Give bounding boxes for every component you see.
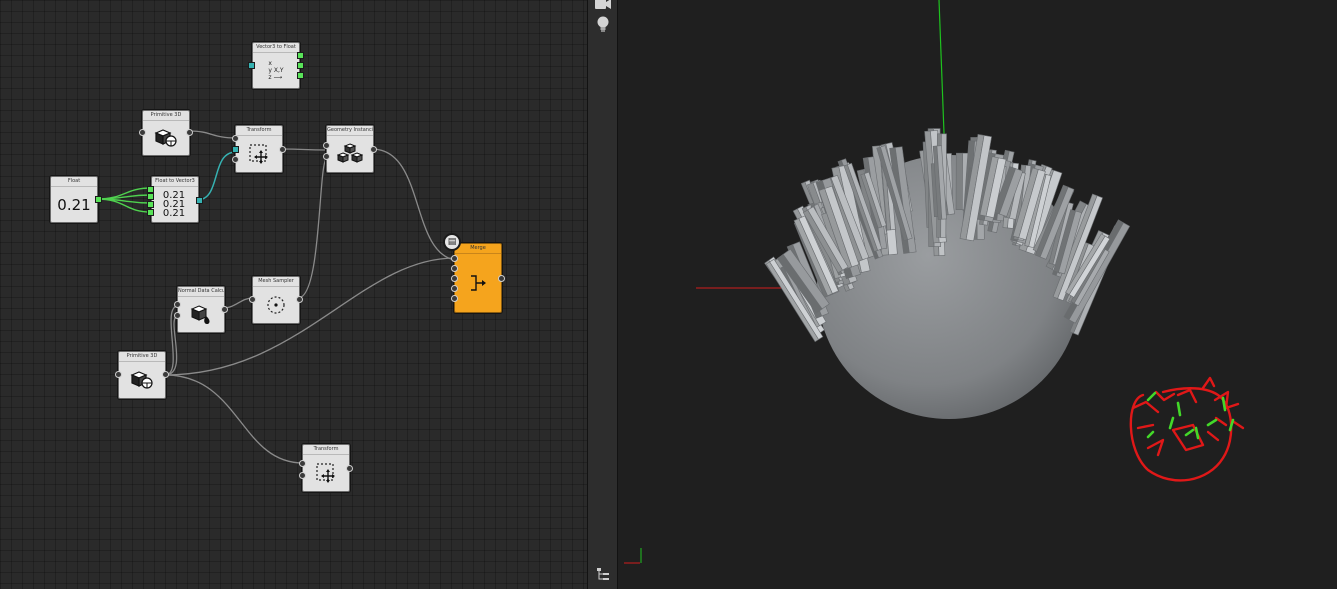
- sketch-doodle: [1129, 376, 1245, 482]
- transform-node-2[interactable]: Transform: [299, 444, 353, 492]
- input-port-w[interactable]: [147, 209, 154, 216]
- sampler-icon: [267, 296, 285, 314]
- node-graph-panel[interactable]: Vector3 to Float x y X,Y z ⟶ Primitive 3…: [0, 0, 587, 589]
- input-port[interactable]: [249, 296, 256, 303]
- input-port-4[interactable]: [451, 285, 458, 292]
- transform-icon: [316, 463, 335, 483]
- transform-icon: [249, 144, 268, 164]
- node-title: Primitive 3D: [143, 111, 189, 121]
- input-port-2[interactable]: [174, 312, 181, 319]
- viewport-scene: [624, 0, 1245, 564]
- input-port-5[interactable]: [451, 295, 458, 302]
- document-icon[interactable]: ▤: [443, 233, 461, 251]
- input-port[interactable]: [139, 129, 146, 136]
- input-port-2[interactable]: [451, 265, 458, 272]
- geometry-instancing-node[interactable]: Geometry Instancing: [323, 125, 377, 173]
- node-title: Mesh Sampler: [253, 277, 299, 287]
- primitive3d-node[interactable]: Primitive 3D: [139, 110, 193, 156]
- node-title: Transform: [303, 445, 349, 455]
- camera-icon[interactable]: [593, 0, 613, 13]
- normals-icon: [190, 304, 210, 324]
- input-port-z[interactable]: [147, 201, 154, 208]
- node-title: Merge: [455, 244, 501, 254]
- output-port[interactable]: [498, 275, 505, 282]
- merge-icon: [471, 275, 486, 291]
- vector-split-icon: x y X,Y z ⟶: [268, 60, 283, 81]
- input-port-3[interactable]: [451, 275, 458, 282]
- vector-values: 0.21 0.21 0.21: [162, 191, 186, 219]
- primitive-icon: [130, 371, 153, 389]
- node-title: Float: [51, 177, 97, 187]
- input-port-geometry[interactable]: [323, 142, 330, 149]
- float-to-vector3-node[interactable]: Float to Vector3 0.21 0.21 0.21: [147, 176, 203, 223]
- node-title: Geometry Instancing: [327, 126, 373, 136]
- viewport-toolbar: [587, 0, 618, 589]
- 3d-viewport[interactable]: [618, 0, 1337, 589]
- float-node[interactable]: Float 0.21: [50, 176, 102, 223]
- value-z: 0.21: [162, 208, 186, 219]
- mesh-sampler-node[interactable]: Mesh Sampler: [249, 276, 303, 324]
- output-port[interactable]: [370, 146, 377, 153]
- input-port-geometry[interactable]: [232, 135, 239, 142]
- vec-line-z: z ⟶: [268, 74, 283, 81]
- input-port-1[interactable]: [174, 301, 181, 308]
- output-port[interactable]: [296, 296, 303, 303]
- output-port[interactable]: [186, 129, 193, 136]
- node-title: Transform: [236, 126, 282, 136]
- instancing-icon: [337, 143, 363, 163]
- input-port-vector[interactable]: [232, 146, 239, 153]
- lightbulb-icon[interactable]: [593, 15, 613, 33]
- output-port-vector[interactable]: [196, 197, 203, 204]
- output-port[interactable]: [221, 306, 228, 313]
- hierarchy-icon[interactable]: [593, 565, 613, 583]
- float-value[interactable]: 0.21: [57, 196, 90, 214]
- vector3-to-float-node[interactable]: Vector3 to Float x y X,Y z ⟶: [248, 42, 304, 89]
- primitive3d-node-2[interactable]: Primitive 3D: [115, 351, 169, 399]
- input-port[interactable]: [299, 472, 306, 479]
- output-port[interactable]: [279, 146, 286, 153]
- node-title: Vector3 to Float: [253, 43, 299, 53]
- input-port-points[interactable]: [323, 153, 330, 160]
- input-port-y[interactable]: [147, 193, 154, 200]
- output-port-float[interactable]: [95, 196, 102, 203]
- input-port[interactable]: [115, 371, 122, 378]
- normal-data-calculation-node[interactable]: Normal Data Calculation: [174, 286, 228, 333]
- input-port-geometry[interactable]: [299, 460, 306, 467]
- output-port[interactable]: [162, 371, 169, 378]
- input-port[interactable]: [232, 156, 239, 163]
- input-port-1[interactable]: [451, 255, 458, 262]
- merge-node[interactable]: Merge: [451, 243, 505, 313]
- primitive-icon: [154, 129, 177, 147]
- output-port-y[interactable]: [297, 62, 304, 69]
- output-port-z[interactable]: [297, 72, 304, 79]
- output-port[interactable]: [346, 465, 353, 472]
- node-title: Primitive 3D: [119, 352, 165, 362]
- node-title: Normal Data Calculation: [178, 287, 224, 297]
- output-port-x[interactable]: [297, 52, 304, 59]
- sketch-green-marks: [1146, 391, 1235, 440]
- vec-line-y: y X,Y: [268, 67, 284, 74]
- vec-line-x: x: [268, 60, 272, 67]
- transform-node[interactable]: Transform: [232, 125, 286, 173]
- input-port-vector[interactable]: [248, 62, 255, 69]
- input-port-x[interactable]: [147, 186, 154, 193]
- node-title: Float to Vector3: [152, 177, 198, 187]
